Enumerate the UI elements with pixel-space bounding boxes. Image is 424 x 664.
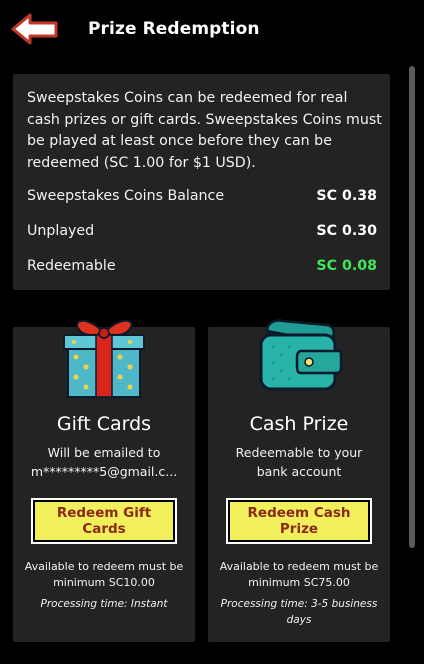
gift-box-icon xyxy=(63,319,145,398)
redeemable-value: SC 0.08 xyxy=(316,258,377,274)
balance-value: SC 0.38 xyxy=(316,188,377,204)
cash-prize-processing-time: Processing time: 3-5 business days xyxy=(220,598,378,626)
unplayed-row: Unplayed SC 0.30 xyxy=(27,223,377,245)
gift-cards-desc-line1: Will be emailed to xyxy=(47,445,161,460)
cash-prize-card: Cash Prize Redeemable to your bank accou… xyxy=(208,319,390,642)
cash-prize-description: Redeemable to your bank account xyxy=(214,443,384,481)
cash-prize-desc-line2: bank account xyxy=(256,464,342,479)
balance-row: Sweepstakes Coins Balance SC 0.38 xyxy=(27,188,377,210)
unplayed-value: SC 0.30 xyxy=(316,223,377,239)
gift-cards-minimum: Available to redeem must be minimum SC10… xyxy=(24,560,184,589)
balance-label: Sweepstakes Coins Balance xyxy=(27,188,225,204)
gift-cards-description: Will be emailed to m*********5@gmail.c..… xyxy=(19,443,189,481)
scrollbar[interactable] xyxy=(409,66,415,548)
gift-cards-email: m*********5@gmail.c... xyxy=(30,464,178,479)
redeemable-label: Redeemable xyxy=(27,258,116,274)
cash-prize-desc-line1: Redeemable to your xyxy=(235,445,363,460)
unplayed-label: Unplayed xyxy=(27,223,95,239)
header: Prize Redemption xyxy=(0,0,424,58)
cash-prize-title: Cash Prize xyxy=(249,413,349,435)
back-arrow-icon xyxy=(11,13,58,45)
page-title: Prize Redemption xyxy=(88,19,260,39)
redeem-gift-cards-button[interactable]: Redeem Gift Cards xyxy=(31,498,177,544)
gift-cards-card: Gift Cards Will be emailed to m*********… xyxy=(13,319,195,642)
balance-info-card: Sweepstakes Coins can be redeemed for re… xyxy=(13,74,390,290)
redeemable-row: Redeemable SC 0.08 xyxy=(27,258,377,280)
redemption-description: Sweepstakes Coins can be redeemed for re… xyxy=(27,90,382,171)
wallet-icon xyxy=(259,319,343,391)
cash-prize-minimum: Available to redeem must be minimum SC75… xyxy=(219,560,379,589)
redeem-cash-prize-button[interactable]: Redeem Cash Prize xyxy=(226,498,372,544)
gift-cards-title: Gift Cards xyxy=(56,413,152,435)
gift-cards-processing-time: Processing time: Instant xyxy=(40,598,168,610)
back-button[interactable] xyxy=(10,12,60,46)
